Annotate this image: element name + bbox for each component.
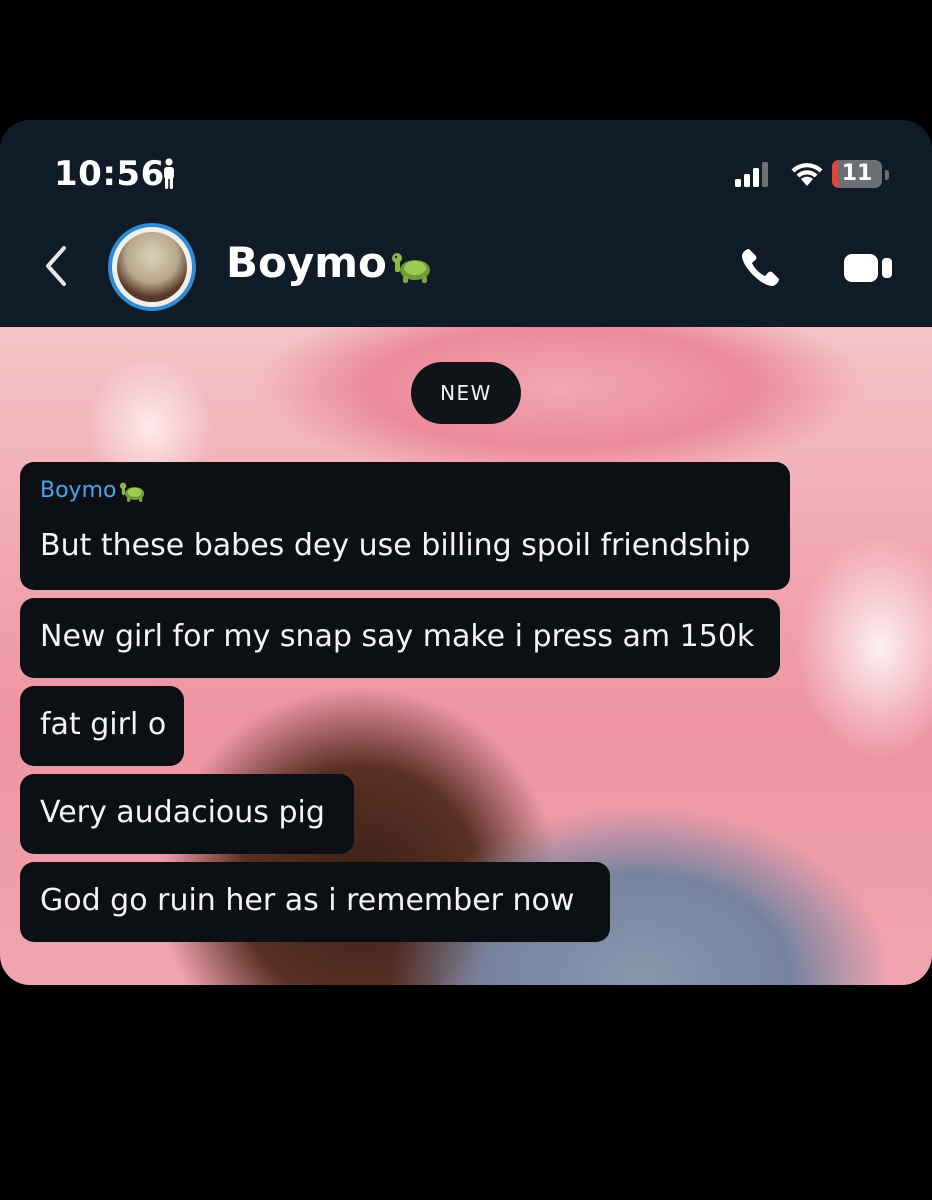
avatar[interactable] [108,223,196,311]
video-camera-icon[interactable] [842,248,894,288]
status-time: 10:56 [54,154,165,194]
message-bubble[interactable]: Boymo But these babes dey use billing sp… [20,462,790,590]
sender-name: Boymo [40,478,117,503]
battery-percent: 11 [841,161,873,186]
wifi-icon [791,163,823,186]
battery-indicator: 11 [832,160,882,188]
phone-icon[interactable] [736,244,784,292]
chevron-left-icon[interactable] [40,244,72,288]
message-bubble[interactable]: fat girl o [20,686,184,766]
contact-name[interactable]: Boymo [226,238,439,287]
message-bubble[interactable]: God go ruin her as i remember now [20,862,610,942]
avatar-photo [117,232,187,302]
chat-screen: 10:56 11 Boymo NEW Boymo But these babes… [0,120,932,985]
new-messages-label: NEW [411,362,521,424]
message-text: fat girl o [40,707,167,742]
message-text: New girl for my snap say make i press am… [40,619,755,654]
battery-nub [885,170,889,180]
message-bubble[interactable]: Very audacious pig [20,774,354,854]
message-text: God go ruin her as i remember now [40,883,575,918]
person-icon [164,158,174,189]
contact-name-text: Boymo [226,238,387,287]
message-sender: Boymo [40,476,150,506]
cellular-signal-icon [735,162,768,187]
message-text: Very audacious pig [40,795,325,830]
message-text: But these babes dey use billing spoil fr… [40,528,751,563]
turtle-icon [120,482,145,502]
message-bubble[interactable]: New girl for my snap say make i press am… [20,598,780,678]
turtle-icon [391,252,430,283]
header-bar: 10:56 11 Boymo [0,120,932,327]
